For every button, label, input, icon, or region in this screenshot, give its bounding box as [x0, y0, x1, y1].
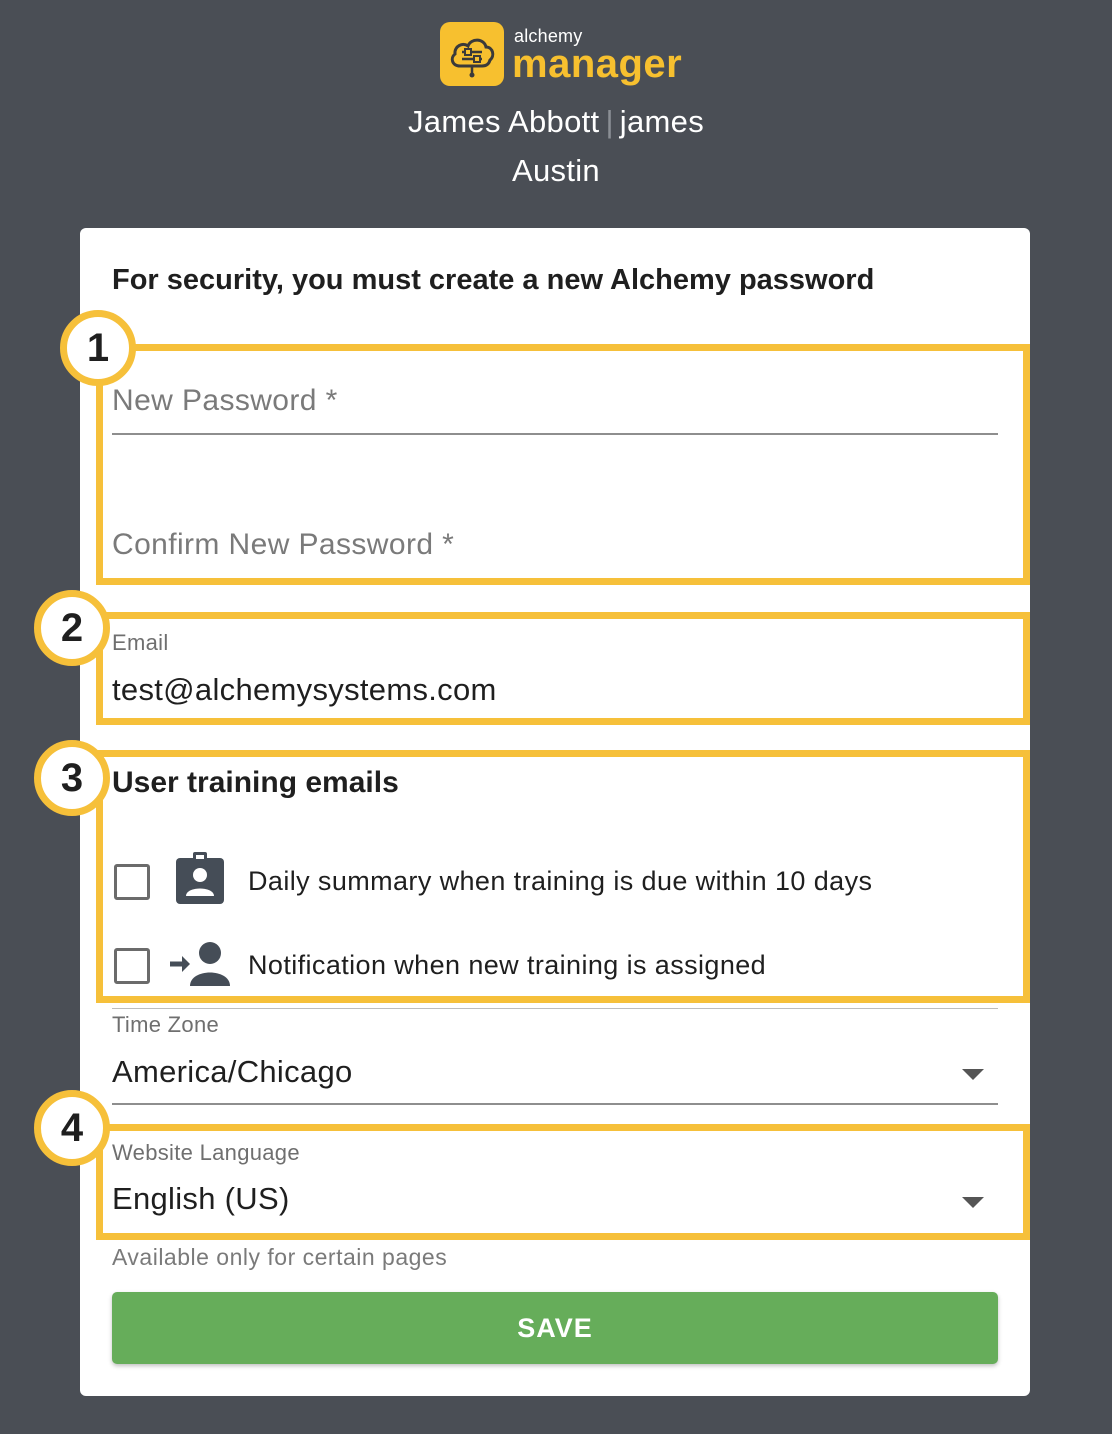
callout-badge-3: 3: [34, 740, 110, 816]
callout-box-training: [96, 750, 1030, 1003]
user-separator: |: [605, 104, 614, 139]
time-zone-underline: [112, 1103, 998, 1105]
callout-box-language: [96, 1124, 1030, 1240]
time-zone-chevron-down-icon[interactable]: [962, 1069, 984, 1080]
callout-badge-1: 1: [60, 310, 136, 386]
user-full-name: James Abbott: [408, 104, 600, 139]
form-title: For security, you must create a new Alch…: [112, 264, 875, 296]
cloud-settings-icon: [440, 22, 504, 86]
user-location: Austin: [512, 153, 600, 188]
callout-box-email: [96, 612, 1030, 725]
user-username: james: [619, 104, 704, 139]
time-zone-select[interactable]: America/Chicago: [112, 1054, 353, 1090]
save-button[interactable]: SAVE: [112, 1292, 998, 1364]
time-zone-label: Time Zone: [112, 1012, 220, 1037]
language-hint: Available only for certain pages: [112, 1244, 448, 1270]
callout-box-password: [96, 344, 1030, 585]
time-zone-top-divider: [112, 1008, 998, 1009]
brand-big-text: manager: [512, 42, 683, 86]
alchemy-manager-logo: alchemy manager: [440, 22, 683, 88]
callout-badge-2: 2: [34, 590, 110, 666]
callout-badge-4: 4: [34, 1090, 110, 1166]
user-identity: James Abbott | james: [0, 104, 1112, 140]
